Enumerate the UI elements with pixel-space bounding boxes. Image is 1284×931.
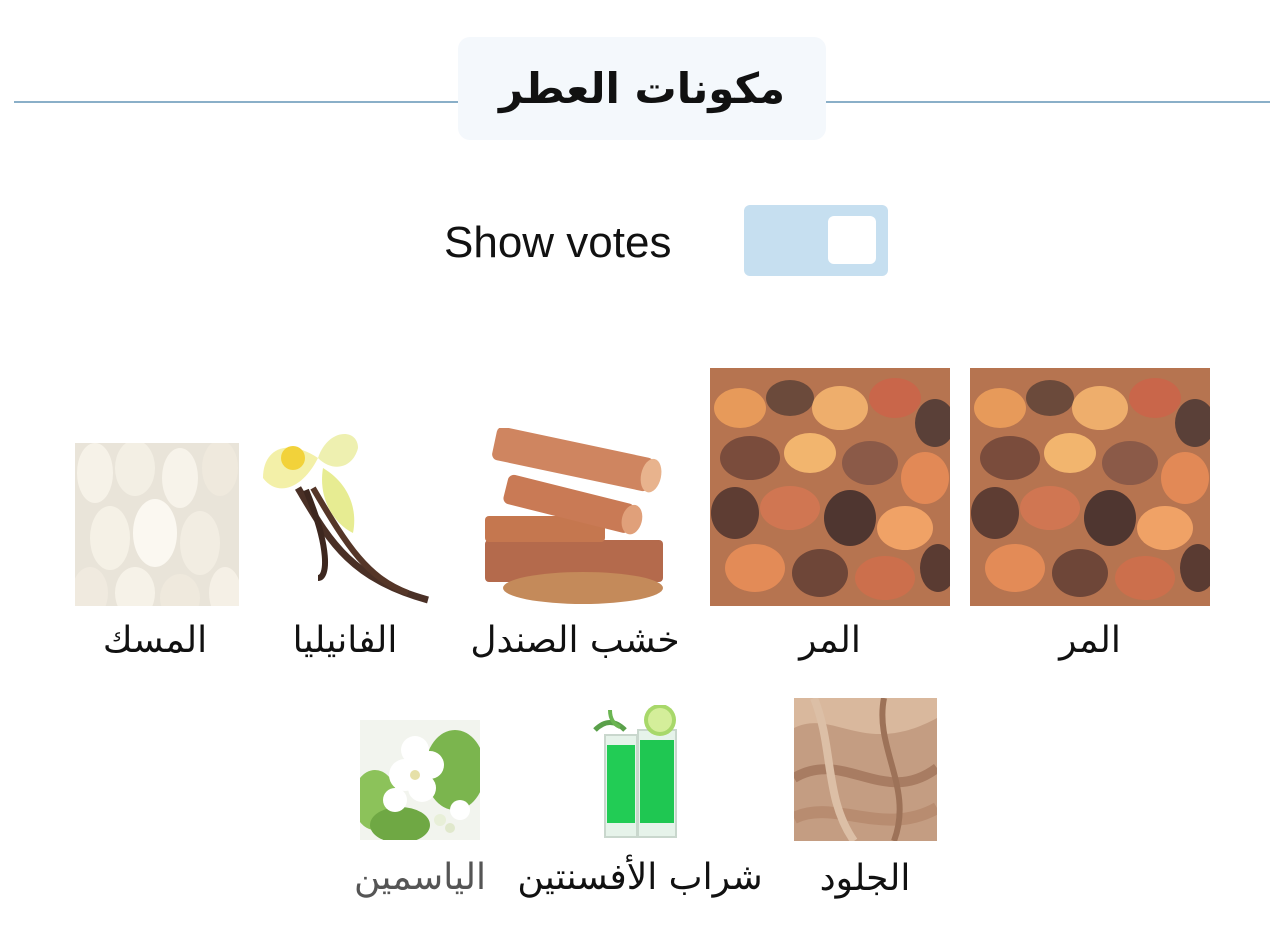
- note-sandalwood[interactable]: خشب الصندل: [455, 428, 695, 678]
- myrrh-resin-image: [970, 368, 1210, 606]
- jasmine-image: [360, 720, 480, 840]
- vanilla-image: [258, 428, 436, 606]
- sandalwood-image: [483, 428, 663, 606]
- section-divider-right: [826, 101, 1270, 103]
- show-votes-label: Show votes: [444, 218, 672, 267]
- note-absinthe[interactable]: شراب الأفسنتين: [505, 705, 775, 910]
- note-label: خشب الصندل: [470, 620, 680, 661]
- toggle-knob: [828, 216, 876, 264]
- note-label: الياسمين: [353, 857, 487, 898]
- myrrh-resin-image: [710, 368, 950, 606]
- leather-image: [794, 698, 937, 841]
- section-divider-left: [14, 101, 458, 103]
- note-label: الجلود: [819, 858, 911, 899]
- note-label: المر: [799, 620, 861, 661]
- absinthe-image: [590, 705, 690, 840]
- note-label: المر: [1059, 620, 1121, 661]
- show-votes-toggle[interactable]: [744, 205, 888, 276]
- note-leather[interactable]: الجلود: [790, 698, 940, 908]
- section-title: مكونات العطر: [498, 64, 786, 113]
- note-label: المسك: [102, 620, 208, 661]
- note-musk[interactable]: المسك: [60, 443, 250, 678]
- section-header: مكونات العطر: [458, 37, 826, 140]
- note-jasmine[interactable]: الياسمين: [340, 720, 500, 910]
- note-myrrh-2[interactable]: المر: [710, 368, 950, 678]
- musk-image: [75, 443, 239, 606]
- note-label: شراب الأفسنتين: [517, 857, 763, 898]
- note-vanilla[interactable]: الفانيليا: [250, 428, 440, 678]
- note-label: الفانيليا: [292, 620, 398, 661]
- note-myrrh-1[interactable]: المر: [970, 368, 1210, 678]
